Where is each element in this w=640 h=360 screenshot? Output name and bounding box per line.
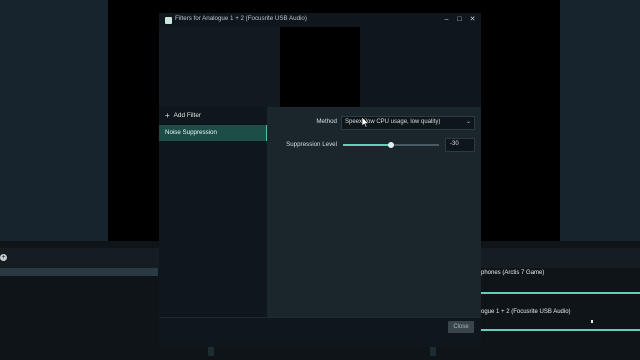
filter-item-noise-suppression[interactable]: Noise Suppression xyxy=(159,125,268,141)
mixer-volume-bar xyxy=(481,292,640,294)
mouse-cursor-icon xyxy=(362,117,370,128)
maximize-icon[interactable]: □ xyxy=(454,14,465,26)
plus-icon: + xyxy=(165,111,170,120)
add-filter-label: Add Filter xyxy=(173,112,202,119)
suppression-slider-track[interactable] xyxy=(391,144,439,146)
dialog-footer xyxy=(159,317,481,347)
preview-video xyxy=(280,27,360,107)
suppression-level-label: Suppression Level xyxy=(286,141,337,148)
suppression-level-input[interactable]: -30 xyxy=(445,138,475,152)
add-filter-button[interactable]: + Add Filter xyxy=(165,111,201,120)
suppression-level-value: -30 xyxy=(450,141,459,147)
close-button[interactable]: Close xyxy=(448,321,474,333)
background-left-panel xyxy=(0,0,108,241)
dock-source-strip xyxy=(0,268,158,276)
preview-right xyxy=(360,27,481,107)
mixer-channel-name: ogue 1 + 2 (Focusrite USB Audio) xyxy=(481,309,571,315)
preview-left xyxy=(159,27,280,107)
method-value: Speex (low CPU usage, low quality) xyxy=(345,119,441,125)
filter-item-label: Noise Suppression xyxy=(165,129,217,136)
dialog-title: Filters for Analogue 1 + 2 (Focusrite US… xyxy=(175,15,307,22)
background-right-panel xyxy=(560,0,640,241)
chevron-down-icon: ⌄ xyxy=(465,119,471,125)
mixer-volume-knob[interactable] xyxy=(591,320,593,323)
mixer-channel-name: phones (Arctis 7 Game) xyxy=(481,270,545,276)
add-source-icon[interactable]: + xyxy=(0,254,7,261)
method-label: Method xyxy=(316,118,337,125)
suppression-slider-handle[interactable] xyxy=(388,142,394,148)
mixer-volume-bar xyxy=(481,329,640,331)
close-icon[interactable]: ✕ xyxy=(467,14,478,26)
minimize-icon[interactable]: – xyxy=(441,14,452,26)
filters-dialog: Filters for Analogue 1 + 2 (Focusrite US… xyxy=(159,13,481,347)
app-icon xyxy=(165,17,172,24)
suppression-slider-fill xyxy=(343,144,391,146)
